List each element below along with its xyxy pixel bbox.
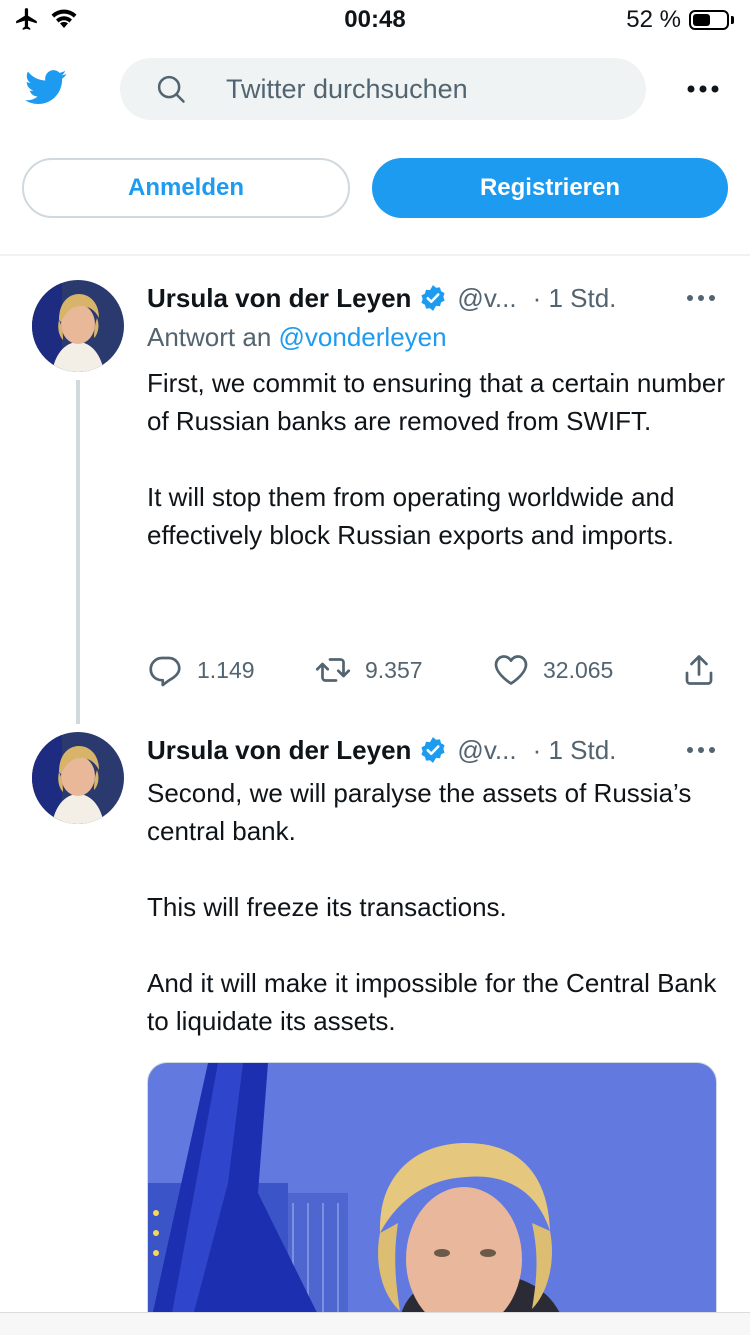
tweet-paragraph: This will freeze its transactions. (147, 892, 507, 922)
share-icon (685, 655, 713, 685)
header-divider (0, 254, 750, 256)
top-bar (0, 56, 750, 124)
search-input[interactable] (226, 58, 626, 120)
thread-connector (76, 380, 80, 724)
tweet-paragraph: It will stop them from operating worldwi… (147, 482, 675, 550)
search-bar[interactable] (120, 58, 646, 120)
twitter-bird-icon[interactable] (22, 66, 70, 108)
auth-row: Anmelden Registrieren (0, 158, 750, 220)
author-handle[interactable]: @v... (457, 283, 516, 314)
tweet-actions: 1.149 9.357 32.065 (147, 652, 727, 692)
tweet-paragraph: Second, we will paralyse the assets of R… (147, 778, 692, 846)
tweet-media-image[interactable] (147, 1062, 717, 1334)
tweet-paragraph: And it will make it impossible for the C… (147, 968, 717, 1036)
like-icon (494, 655, 528, 685)
reply-prefix: Antwort an (147, 322, 272, 352)
reply-context: Antwort an @vonderleyen (147, 322, 447, 353)
like-count: 32.065 (543, 656, 614, 683)
author-name[interactable]: Ursula von der Leyen (147, 735, 411, 766)
verified-badge-icon (421, 285, 445, 311)
more-icon[interactable] (686, 78, 720, 100)
reply-button[interactable]: 1.149 (147, 652, 255, 688)
avatar[interactable] (32, 732, 124, 824)
battery-icon (689, 10, 729, 30)
reply-mention-link[interactable]: @vonderleyen (279, 322, 447, 352)
status-bar: 00:48 52 % (0, 0, 750, 40)
tweet-text: First, we commit to ensuring that a cert… (147, 364, 727, 554)
retweet-count: 9.357 (365, 656, 423, 683)
more-icon[interactable] (685, 288, 717, 308)
reply-count: 1.149 (197, 656, 255, 683)
signup-button[interactable]: Registrieren (372, 158, 728, 218)
tweet-header: Ursula von der Leyen @v... · 1 Std. (147, 732, 727, 768)
reply-icon (149, 656, 181, 687)
avatar-image (32, 732, 124, 824)
search-icon (157, 75, 185, 103)
avatar[interactable] (32, 280, 124, 372)
more-icon[interactable] (685, 740, 717, 760)
like-button[interactable]: 32.065 (493, 652, 613, 688)
author-name[interactable]: Ursula von der Leyen (147, 283, 411, 314)
avatar-image (32, 280, 124, 372)
tweet-time[interactable]: · 1 Std. (533, 735, 617, 766)
retweet-button[interactable]: 9.357 (315, 652, 423, 688)
media-photo (148, 1063, 716, 1334)
status-right: 52 % (626, 6, 734, 34)
battery-percent: 52 % (626, 6, 681, 33)
bottom-strip (0, 1312, 750, 1335)
tweet-text: Second, we will paralyse the assets of R… (147, 774, 727, 1040)
battery-tip (731, 16, 734, 24)
retweet-icon (315, 658, 351, 682)
tweet-header: Ursula von der Leyen @v... · 1 Std. (147, 280, 727, 316)
share-button[interactable] (681, 652, 717, 688)
verified-badge-icon (421, 737, 445, 763)
author-handle[interactable]: @v... (457, 735, 516, 766)
tweet-paragraph: First, we commit to ensuring that a cert… (147, 368, 726, 436)
login-button[interactable]: Anmelden (22, 158, 350, 218)
tweet-time[interactable]: · 1 Std. (533, 283, 617, 314)
